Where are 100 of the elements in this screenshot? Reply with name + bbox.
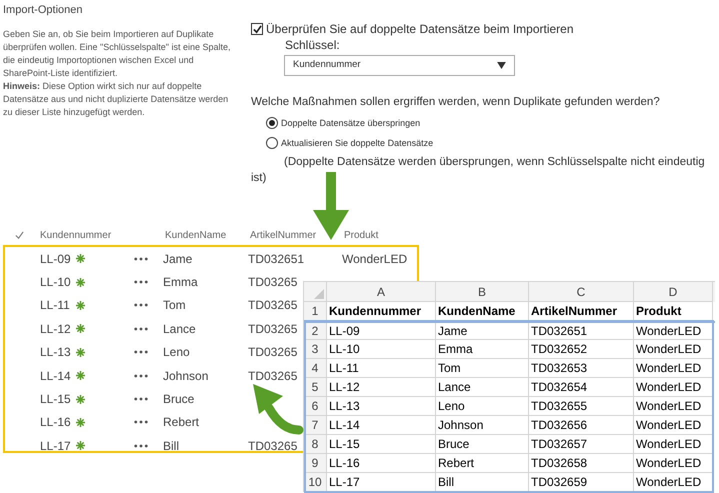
list-cell-text: LL-13 — [40, 344, 72, 362]
spreadsheet-cell: Tom — [436, 359, 529, 378]
note-text: (Doppelte Datensätze werden übersprungen, wenn Schlüsselspalte nicht eindeutig ist) — [251, 155, 706, 186]
column-header[interactable]: ArtikelNummer — [250, 228, 344, 242]
more-icon[interactable] — [134, 256, 148, 261]
new-item-icon — [76, 348, 85, 357]
spreadsheet-cell: LL-13 — [327, 397, 436, 416]
list-cell-text: Bill — [163, 438, 180, 455]
more-icon[interactable] — [134, 326, 148, 331]
list-cell-text: LL-16 — [40, 414, 72, 432]
spreadsheet-cell: LL-16 — [327, 454, 436, 473]
radio-label: Aktualisieren Sie doppelte Datensätze — [281, 137, 434, 150]
spreadsheet-cell: LL-12 — [327, 378, 436, 397]
list-cell-text: LL-15 — [40, 391, 72, 408]
section-description: Geben Sie an, ob Sie beim Importieren auf Duplikate überprüfen wollen. Eine "Schlüsselspalte" ist eine Spalte, die eindeutig Importoptionen wischen Excel und SharePoint-Liste identifiziert. — [3, 28, 232, 80]
check-icon — [252, 24, 262, 34]
spreadsheet-cell: Produkt — [634, 302, 713, 321]
row-header[interactable]: 9 — [304, 454, 327, 473]
more-icon[interactable] — [134, 397, 148, 402]
spreadsheet-cell: Rebert — [436, 454, 529, 473]
list-cell-text: TD03265 — [248, 438, 298, 455]
column-header[interactable]: Kundennummer — [40, 228, 165, 242]
spreadsheet-cell: Johnson — [436, 416, 529, 435]
list-cell-text: Jame — [163, 250, 194, 268]
hint-text: Hinweis: Diese Option wirkt sich nur auf doppelte Datensätze aus und nicht duplizierte Datensätze werden zu dieser Liste hinzugefügt werden. — [3, 80, 230, 119]
row-header[interactable]: 2 — [304, 323, 327, 340]
spreadsheet-cell: Lance — [436, 378, 529, 397]
list-cell-text: Rebert — [163, 414, 200, 432]
spreadsheet-cell: LL-14 — [327, 416, 436, 435]
list-cell-text: LL-11 — [40, 297, 71, 314]
question-text: Welche Maßnahmen sollen ergriffen werden, wenn Duplikate gefunden werden? — [251, 95, 661, 110]
new-item-icon — [76, 441, 85, 450]
row-header[interactable]: 1 — [304, 302, 327, 321]
spreadsheet-cell: TD032658 — [529, 454, 634, 473]
column-header[interactable]: D — [634, 282, 713, 302]
more-icon[interactable] — [134, 350, 148, 354]
check-icon — [15, 230, 24, 240]
spreadsheet-cell: ArtikelNummer — [529, 302, 634, 321]
more-icon[interactable] — [134, 303, 148, 308]
spreadsheet-cell: Bruce — [436, 435, 529, 454]
list-cell-text: Johnson — [163, 368, 210, 385]
list-cell-text: Tom — [163, 297, 187, 314]
spreadsheet-cell: Bill — [436, 473, 529, 492]
spreadsheet-cell: Kundennummer — [327, 302, 436, 321]
more-icon[interactable] — [134, 280, 148, 284]
list-cell-text: Emma — [163, 274, 199, 292]
row-header[interactable]: 7 — [304, 416, 327, 435]
spreadsheet-cell: WonderLED — [634, 473, 713, 492]
radio-button[interactable] — [266, 117, 278, 129]
list-cell-text: TD03265 — [248, 297, 298, 314]
column-header[interactable]: C — [529, 282, 634, 302]
list-cell-text: LL-14 — [40, 368, 72, 385]
row-header[interactable]: 8 — [304, 435, 327, 454]
spreadsheet-cell: WonderLED — [634, 435, 713, 454]
key-dropdown[interactable]: Kundennummer — [284, 55, 515, 76]
spreadsheet-cell: Leno — [436, 397, 529, 416]
list-cell-text: Bruce — [163, 391, 196, 408]
more-icon[interactable] — [134, 444, 148, 448]
spreadsheet-cell: WonderLED — [634, 340, 713, 359]
list-cell-text: Lance — [163, 320, 197, 338]
list-cell-text: TD03265 — [248, 344, 298, 362]
spreadsheet-cell: WonderLED — [634, 323, 713, 340]
spreadsheet-cell: TD032652 — [529, 340, 634, 359]
dropdown-arrow-icon — [497, 62, 506, 69]
list-cell-text: TD03265 — [248, 368, 298, 385]
spreadsheet-cell: LL-10 — [327, 340, 436, 359]
new-item-icon — [76, 300, 85, 310]
column-header[interactable]: KundenName — [165, 228, 250, 242]
radio-label: Doppelte Datensätze überspringen — [281, 117, 420, 130]
list-cell-text: TD03265 — [248, 320, 298, 338]
row-header[interactable]: 5 — [304, 378, 327, 397]
row-header[interactable]: 4 — [304, 359, 327, 378]
checkbox-label: Überprüfen Sie auf doppelte Datensätze beim Importieren — [266, 21, 574, 37]
spreadsheet-cell: TD032653 — [529, 359, 634, 378]
list-cell-text: WonderLED — [342, 250, 408, 268]
spreadsheet-cell: TD032656 — [529, 416, 634, 435]
list-cell-text: TD032651 — [248, 250, 304, 268]
radio-button[interactable] — [266, 137, 278, 149]
spreadsheet-cell: TD032654 — [529, 378, 634, 397]
spreadsheet-cell: WonderLED — [634, 454, 713, 473]
checkbox[interactable] — [251, 23, 263, 35]
row-header[interactable]: 3 — [304, 340, 327, 359]
column-header[interactable]: A — [327, 282, 436, 302]
column-header[interactable]: Produkt — [344, 228, 414, 242]
new-item-icon — [76, 371, 85, 380]
spreadsheet-cell: TD032657 — [529, 435, 634, 454]
new-item-icon — [76, 278, 85, 287]
spreadsheet-cell: WonderLED — [634, 416, 713, 435]
section-title: Import-Optionen — [3, 3, 84, 17]
list-cell-text: LL-10 — [40, 274, 72, 292]
more-icon[interactable] — [134, 420, 148, 424]
spreadsheet-cell: TD032651 — [529, 323, 634, 340]
spreadsheet-cell: Jame — [436, 323, 529, 340]
column-header[interactable]: B — [436, 282, 529, 302]
list-cell-text: Leno — [163, 344, 191, 362]
row-header[interactable]: 6 — [304, 397, 327, 416]
list-cell-text: LL-09 — [40, 250, 72, 268]
new-item-icon — [76, 324, 85, 334]
list-cell-text: LL-12 — [40, 320, 72, 338]
more-icon[interactable] — [134, 374, 148, 378]
